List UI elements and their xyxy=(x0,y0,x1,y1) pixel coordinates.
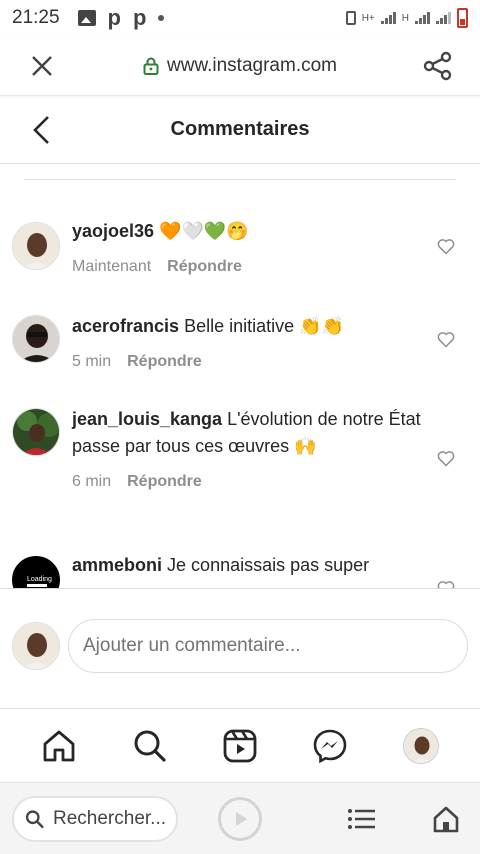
comment-time: 6 min xyxy=(72,473,112,490)
comment-emoji: 🤍 xyxy=(181,221,204,241)
reply-button[interactable]: Répondre xyxy=(127,473,202,490)
comment-meta: 6 min Répondre xyxy=(72,468,422,495)
search-icon xyxy=(134,730,166,762)
home-icon xyxy=(433,806,459,832)
heart-icon[interactable] xyxy=(436,329,456,349)
page-header: Commentaires xyxy=(0,96,480,164)
comment-username[interactable]: acerofrancis xyxy=(72,316,179,336)
network-label-hplus: H+ xyxy=(361,12,375,24)
lock-icon xyxy=(143,57,159,75)
play-button[interactable] xyxy=(218,796,262,841)
avatar[interactable] xyxy=(12,222,60,270)
comment-username[interactable]: ammeboni xyxy=(72,555,162,575)
comment-input[interactable] xyxy=(68,619,468,673)
reply-button[interactable]: Répondre xyxy=(127,353,202,370)
profile-avatar xyxy=(402,727,439,764)
messenger-icon xyxy=(314,729,347,763)
avatar[interactable] xyxy=(12,408,60,456)
url-display[interactable]: www.instagram.com xyxy=(64,55,416,77)
chevron-left-icon xyxy=(33,116,49,144)
signal-icon xyxy=(436,12,451,24)
p-icon: p xyxy=(107,5,121,30)
comment-emoji: 👏 xyxy=(321,316,344,336)
avatar-loading-text: Loading xyxy=(27,576,52,583)
avatar[interactable] xyxy=(12,315,60,363)
nav-profile-button[interactable] xyxy=(399,724,443,768)
list-button[interactable] xyxy=(340,797,384,841)
vibrate-icon xyxy=(345,11,356,25)
list-icon xyxy=(348,808,375,829)
comment-body: jean_louis_kanga L'évolution de notre Ét… xyxy=(72,406,422,495)
close-icon xyxy=(32,55,52,76)
comment-emoji: 💚 xyxy=(203,221,227,241)
comment-text: Je connaissais pas super xyxy=(167,555,370,575)
comment-time: 5 min xyxy=(72,353,112,370)
comment-emoji: 🧡 xyxy=(159,221,182,241)
browser-bottom-bar: Rechercher... xyxy=(0,782,480,854)
comment-body: ammeboni Je connaissais pas super xyxy=(72,552,422,579)
browser-toolbar: www.instagram.com xyxy=(0,36,480,96)
page-title: Commentaires xyxy=(170,118,310,140)
heart-icon[interactable] xyxy=(436,578,456,588)
comment-username[interactable]: jean_louis_kanga xyxy=(72,409,222,429)
notification-icons: p p xyxy=(77,5,165,30)
battery-low-icon xyxy=(457,8,468,28)
nav-reels-button[interactable] xyxy=(218,724,262,768)
reels-icon xyxy=(223,729,257,762)
back-button[interactable] xyxy=(22,110,62,150)
comment-meta: Maintenant Répondre xyxy=(72,253,422,280)
comment-body: yaojoel36 🧡🤍💚🤭 Maintenant Répondre xyxy=(72,218,422,280)
nav-home-button[interactable] xyxy=(37,724,81,768)
comment-meta: 5 min Répondre xyxy=(72,348,422,375)
comment-emoji: 👏 xyxy=(299,316,322,336)
comments-list: yaojoel36 🧡🤍💚🤭 Maintenant Répondre acerof… xyxy=(0,180,480,588)
nav-search-button[interactable] xyxy=(128,724,172,768)
p-icon: p xyxy=(133,5,147,30)
network-label-h: H xyxy=(401,12,409,24)
signal-h-icon xyxy=(415,12,430,24)
avatar xyxy=(12,622,60,670)
close-button[interactable] xyxy=(20,44,64,88)
share-icon xyxy=(423,51,452,80)
play-icon xyxy=(236,811,247,826)
share-button[interactable] xyxy=(416,44,460,88)
comment-emoji: 🙌 xyxy=(294,436,317,456)
add-comment-bar xyxy=(0,588,480,708)
browser-home-button[interactable] xyxy=(424,797,468,841)
comment-item: jean_louis_kanga L'évolution de notre Ét… xyxy=(0,406,480,526)
comment-time: Maintenant xyxy=(72,258,152,275)
nav-messenger-button[interactable] xyxy=(308,724,352,768)
dot-icon xyxy=(158,15,165,21)
browser-search-button[interactable]: Rechercher... xyxy=(12,795,178,842)
status-time: 21:25 xyxy=(12,7,60,28)
reply-button[interactable]: Répondre xyxy=(167,258,242,275)
home-icon xyxy=(43,730,75,761)
avatar[interactable]: Loading xyxy=(12,556,60,588)
comment-item: Loading ammeboni Je connaissais pas supe… xyxy=(0,552,480,588)
comment-item: yaojoel36 🧡🤍💚🤭 Maintenant Répondre xyxy=(0,218,480,298)
comment-username[interactable]: yaojoel36 xyxy=(72,221,154,241)
signal-h-plus-icon xyxy=(380,12,396,24)
browser-search-label: Rechercher... xyxy=(53,807,166,829)
search-icon xyxy=(25,809,44,828)
system-icons: H+ H xyxy=(345,8,468,28)
comment-body: acerofrancis Belle initiative 👏👏 5 min Ré… xyxy=(72,313,422,375)
gallery-icon xyxy=(77,10,96,26)
status-bar: 21:25 p p H+ H xyxy=(0,0,480,36)
comment-text: Belle initiative xyxy=(184,316,295,336)
comment-emoji: 🤭 xyxy=(226,221,249,241)
comment-item: acerofrancis Belle initiative 👏👏 5 min Ré… xyxy=(0,311,480,391)
url-text: www.instagram.com xyxy=(167,54,337,76)
heart-icon[interactable] xyxy=(436,448,456,468)
heart-icon[interactable] xyxy=(436,236,456,256)
ig-bottom-nav xyxy=(0,708,480,782)
